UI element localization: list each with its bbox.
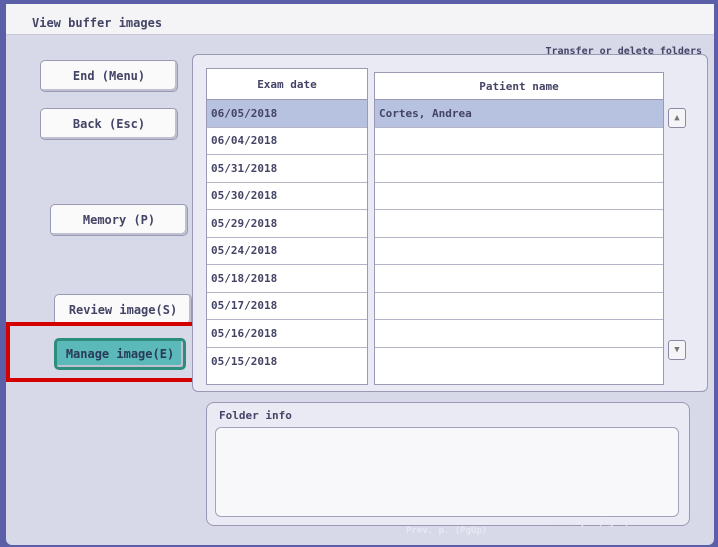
annotation-highlight-box <box>6 322 216 382</box>
folder-info-box <box>215 427 679 517</box>
table-row[interactable]: 05/16/2018 <box>207 320 367 348</box>
window-title: View buffer images <box>32 16 163 30</box>
folder-info-label: Folder info <box>219 409 292 422</box>
exam-date-cell: 05/24/2018 <box>211 244 278 258</box>
memory-button[interactable]: Memory (P) <box>50 204 188 236</box>
exam-date-cell: 05/29/2018 <box>211 216 278 230</box>
end-menu-button[interactable]: End (Menu) <box>40 60 178 92</box>
table-row[interactable]: 06/04/2018 <box>207 128 367 155</box>
table-row[interactable] <box>375 183 663 210</box>
table-row[interactable] <box>375 320 663 348</box>
exam-date-cell: 06/04/2018 <box>211 134 278 148</box>
app-screen: View buffer images Transfer or delete fo… <box>6 4 714 545</box>
exam-date-header: Exam date <box>207 69 367 100</box>
exam-date-cell: 05/31/2018 <box>211 161 278 175</box>
table-row[interactable] <box>375 128 663 155</box>
exam-date-cell: 05/15/2018 <box>211 354 278 368</box>
scroll-up-arrow-icon[interactable]: ▲ <box>668 108 686 128</box>
table-row[interactable]: 05/29/2018 <box>207 210 367 238</box>
table-row[interactable] <box>375 348 663 376</box>
table-row[interactable]: 05/17/2018 <box>207 293 367 320</box>
table-row[interactable] <box>375 293 663 320</box>
exam-date-column: Exam date 06/05/2018 06/04/2018 05/31/20… <box>206 68 368 385</box>
exam-date-cell: 05/18/2018 <box>211 271 278 285</box>
scroll-down-arrow-icon[interactable]: ▼ <box>668 340 686 360</box>
table-row[interactable] <box>375 155 663 183</box>
prev-page-button[interactable]: Prev. p. (PgUp) <box>406 526 487 536</box>
table-row[interactable]: 06/05/2018 <box>207 100 367 128</box>
table-row[interactable] <box>375 265 663 293</box>
next-page-button[interactable]: Next p. (PgDn) <box>554 518 630 528</box>
table-row[interactable]: Cortes, Andrea <box>375 100 663 128</box>
table-row[interactable]: 05/30/2018 <box>207 183 367 210</box>
table-row[interactable]: 05/24/2018 <box>207 238 367 265</box>
exam-date-cell: 05/16/2018 <box>211 326 278 340</box>
exam-date-cell: 05/30/2018 <box>211 189 278 203</box>
exam-date-cell: 06/05/2018 <box>211 106 278 120</box>
patient-name-header: Patient name <box>375 73 663 100</box>
exam-date-cell: 05/17/2018 <box>211 299 278 313</box>
table-row[interactable]: 05/15/2018 <box>207 348 367 376</box>
table-row[interactable]: 05/18/2018 <box>207 265 367 293</box>
title-bar: View buffer images <box>6 4 714 35</box>
table-row[interactable] <box>375 210 663 238</box>
table-row[interactable]: 05/31/2018 <box>207 155 367 183</box>
table-row[interactable] <box>375 238 663 265</box>
folder-info-panel: Folder info <box>206 402 690 526</box>
patient-name-cell: Cortes, Andrea <box>379 106 472 120</box>
back-button[interactable]: Back (Esc) <box>40 108 178 140</box>
patient-name-column: Patient name Cortes, Andrea <box>374 72 664 385</box>
